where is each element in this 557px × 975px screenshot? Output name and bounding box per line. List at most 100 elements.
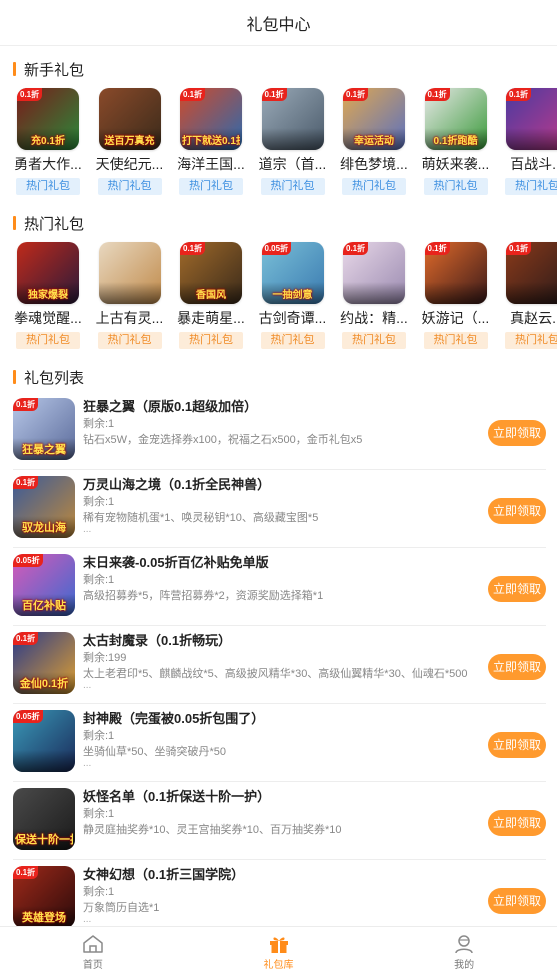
game-icon-image[interactable]: 0.1折 (506, 88, 557, 150)
discount-badge: 0.1折 (343, 242, 369, 255)
game-icon-image[interactable]: 0.1折 (261, 88, 324, 150)
gift-tag[interactable]: 热门礼包 (179, 332, 243, 349)
game-icon-image[interactable]: 0.1折 0.1折跑酷 (424, 88, 487, 150)
game-name: 妖游记（... (421, 310, 490, 326)
gift-list-item[interactable]: 0.05折 百亿补贴 末日来袭-0.05折百亿补贴免单版 剩余:1 高级招募券*5，阵营… (13, 548, 546, 626)
gift-info: 女神幻想（0.1折三国学院） 剩余:1 万象筒历自选*1... (83, 866, 546, 926)
gift-remaining: 剩余:1 (83, 418, 115, 430)
gift-contents: 静灵庭抽奖券*10、灵王宫抽奖券*10、百万抽奖券*10 (83, 824, 342, 836)
gift-tag[interactable]: 热门礼包 (179, 178, 243, 195)
claim-button[interactable]: 立即领取 (488, 654, 546, 680)
game-card[interactable]: 0.1折 香国风 暴走萌星... 热门礼包 (177, 238, 245, 360)
gift-tag[interactable]: 热门礼包 (423, 178, 488, 195)
gift-tag[interactable]: 热门礼包 (97, 178, 162, 195)
game-icon-image[interactable]: 0.1折 (343, 242, 405, 304)
game-card[interactable]: 0.1折 0.1折跑酷萌妖来袭... 热门礼包 (421, 84, 490, 206)
game-card[interactable]: 0.1折妖游记（... 热门礼包 (421, 238, 490, 360)
gift-tag[interactable]: 热门礼包 (423, 332, 488, 349)
tab-home[interactable]: 首页 (0, 927, 186, 975)
newbie-games-row[interactable]: 0.1折 充0.1折 勇者大作... 热门礼包 送百万真充 天使纪元... 热门礼包 0.1折… (0, 84, 557, 206)
gift-game-icon[interactable]: 0.05折 (13, 710, 75, 772)
gift-contents: 太上老君印*5、麒麟战纹*5、高级披风精华*30、高级仙翼精华*30、仙魂石*5… (83, 668, 468, 680)
tab-label-home: 首页 (82, 959, 103, 971)
tab-gift-library[interactable]: 礼包库 (186, 927, 372, 975)
game-card[interactable]: 0.1折 约战：精... 热门礼包 (340, 238, 408, 360)
game-card[interactable]: 0.1折 充0.1折 勇者大作... 热门礼包 (14, 84, 82, 206)
gift-list-item[interactable]: 0.1折 驭龙山海 万灵山海之境（0.1折全民神兽） 剩余:1 稀有宠物随机蛋*1、唤灵… (13, 470, 546, 548)
gift-game-icon[interactable]: 0.1折 金仙0.1折 (13, 632, 75, 694)
claim-button[interactable]: 立即领取 (488, 810, 546, 836)
claim-button[interactable]: 立即领取 (488, 576, 546, 602)
game-icon-image[interactable]: 0.1折 (424, 242, 487, 304)
gift-list-item[interactable]: 0.1折 金仙0.1折 太古封魔录（0.1折畅玩） 剩余:199 太上老君印*5、麒麟战… (13, 626, 546, 704)
game-icon-image[interactable]: 0.05折 一抽剑意 (261, 242, 324, 304)
gift-list-item[interactable]: 0.05折 封神殿（完蛋被0.05折包围了） 剩余:1 坐骑仙草*50、坐骑突破丹*5… (13, 704, 546, 782)
gift-info: 万灵山海之境（0.1折全民神兽） 剩余:1 稀有宠物随机蛋*1、唤灵秘钥*10、高级… (83, 476, 546, 536)
icon-caption: 打下就送0.1折 (182, 136, 240, 147)
gift-game-icon[interactable]: 0.1折 英雄登场 (13, 866, 75, 928)
discount-badge: 0.1折 (13, 398, 39, 411)
game-name: 萌妖来袭... (421, 156, 490, 172)
game-icon-image[interactable]: 0.1折 幸运活动 (343, 88, 405, 150)
gift-info: 封神殿（完蛋被0.05折包围了） 剩余:1 坐骑仙草*50、坐骑突破丹*50... (83, 710, 546, 770)
claim-button[interactable]: 立即领取 (488, 888, 546, 914)
hot-games-row[interactable]: 独家爆裂 拳魂觉醒... 热门礼包 上古有灵... 热门礼包 0.1折 香国风 暴走萌星...… (0, 238, 557, 360)
tab-profile[interactable]: 我的 (371, 927, 557, 975)
gift-info: 妖怪名单（0.1折保送十阶一护） 剩余:1 静灵庭抽奖券*10、灵王宫抽奖券*10、… (83, 788, 546, 838)
game-card[interactable]: 上古有灵... 热门礼包 (96, 238, 163, 360)
discount-badge: 0.1折 (180, 242, 206, 255)
gift-info: 太古封魔录（0.1折畅玩） 剩余:199 太上老君印*5、麒麟战纹*5、高级披风精华… (83, 632, 546, 692)
gift-tag[interactable]: 热门礼包 (97, 332, 162, 349)
gift-tag[interactable]: 热门礼包 (260, 332, 325, 349)
gift-contents: 稀有宠物随机蛋*1、唤灵秘钥*10、高级藏宝图*5 (83, 512, 319, 524)
gift-tag[interactable]: 热门礼包 (260, 178, 325, 195)
game-icon-image[interactable]: 0.1折 (506, 242, 557, 304)
discount-badge: 0.1折 (13, 632, 39, 645)
icon-caption: 一抽剑意 (272, 290, 313, 301)
gift-contents: 高级招募券*5，阵营招募券*2，资源奖励选择箱*1 (83, 590, 324, 602)
gift-tag[interactable]: 热门礼包 (342, 178, 406, 195)
gift-game-icon[interactable]: 0.1折 狂暴之翼 (13, 398, 75, 460)
game-card[interactable]: 0.1折真赵云... 热门礼包 (504, 238, 557, 360)
discount-badge: 0.05折 (13, 710, 43, 723)
section-accent-bar (13, 62, 16, 76)
discount-badge: 0.1折 (13, 866, 39, 879)
gift-tag[interactable]: 热门礼包 (16, 332, 80, 349)
gift-game-icon[interactable]: 0.1折 驭龙山海 (13, 476, 75, 538)
claim-button[interactable]: 立即领取 (488, 498, 546, 524)
discount-badge: 0.1折 (261, 88, 287, 101)
game-icon-image[interactable]: 独家爆裂 (17, 242, 79, 304)
game-icon-image[interactable]: 0.1折 充0.1折 (17, 88, 79, 150)
gift-remaining: 剩余:1 (83, 574, 115, 586)
discount-badge: 0.1折 (343, 88, 369, 101)
game-card[interactable]: 0.1折 道宗（首... 热门礼包 (259, 84, 326, 206)
gift-title: 太古封魔录（0.1折畅玩） (83, 633, 232, 648)
game-card[interactable]: 0.05折 一抽剑意 古剑奇谭... 热门礼包 (259, 238, 326, 360)
icon-caption: 保送十阶一护 (15, 834, 73, 846)
game-name: 海洋王国... (177, 156, 245, 172)
gift-tag[interactable]: 热门礼包 (342, 332, 406, 349)
gift-list: 0.1折 狂暴之翼 狂暴之翼（原版0.1超级加倍） 剩余:1 钻石x5W，金宠选择券x1… (0, 392, 557, 938)
claim-button[interactable]: 立即领取 (488, 732, 546, 758)
gift-list-item[interactable]: 保送十阶一护 妖怪名单（0.1折保送十阶一护） 剩余:1 静灵庭抽奖券*10、灵王宫抽… (13, 782, 546, 860)
game-card[interactable]: 独家爆裂 拳魂觉醒... 热门礼包 (14, 238, 82, 360)
game-card[interactable]: 送百万真充 天使纪元... 热门礼包 (96, 84, 163, 206)
game-icon-image[interactable]: 0.1折 打下就送0.1折 (180, 88, 242, 150)
gift-tag[interactable]: 热门礼包 (505, 178, 557, 195)
claim-button[interactable]: 立即领取 (488, 420, 546, 446)
game-card[interactable]: 0.1折 打下就送0.1折海洋王国... 热门礼包 (177, 84, 245, 206)
game-icon-image[interactable] (98, 242, 161, 304)
section-title-list: 礼包列表 (24, 369, 85, 387)
gift-game-icon[interactable]: 保送十阶一护 (13, 788, 75, 850)
game-card[interactable]: 0.1折 幸运活动 绯色梦境... 热门礼包 (340, 84, 408, 206)
icon-caption: 驭龙山海 (22, 522, 66, 534)
gift-list-item[interactable]: 0.1折 狂暴之翼 狂暴之翼（原版0.1超级加倍） 剩余:1 钻石x5W，金宠选择券x1… (13, 392, 546, 470)
game-card[interactable]: 0.1折百战斗... 热门礼包 (504, 84, 557, 206)
icon-caption: 百亿补贴 (22, 600, 66, 612)
gift-tag[interactable]: 热门礼包 (16, 178, 80, 195)
game-icon-image[interactable]: 0.1折 香国风 (180, 242, 242, 304)
gift-tag[interactable]: 热门礼包 (505, 332, 557, 349)
game-icon-image[interactable]: 送百万真充 (98, 88, 161, 150)
gift-info: 末日来袭-0.05折百亿补贴免单版 剩余:1 高级招募券*5，阵营招募券*2，资源奖… (83, 554, 546, 604)
gift-game-icon[interactable]: 0.05折 百亿补贴 (13, 554, 75, 616)
